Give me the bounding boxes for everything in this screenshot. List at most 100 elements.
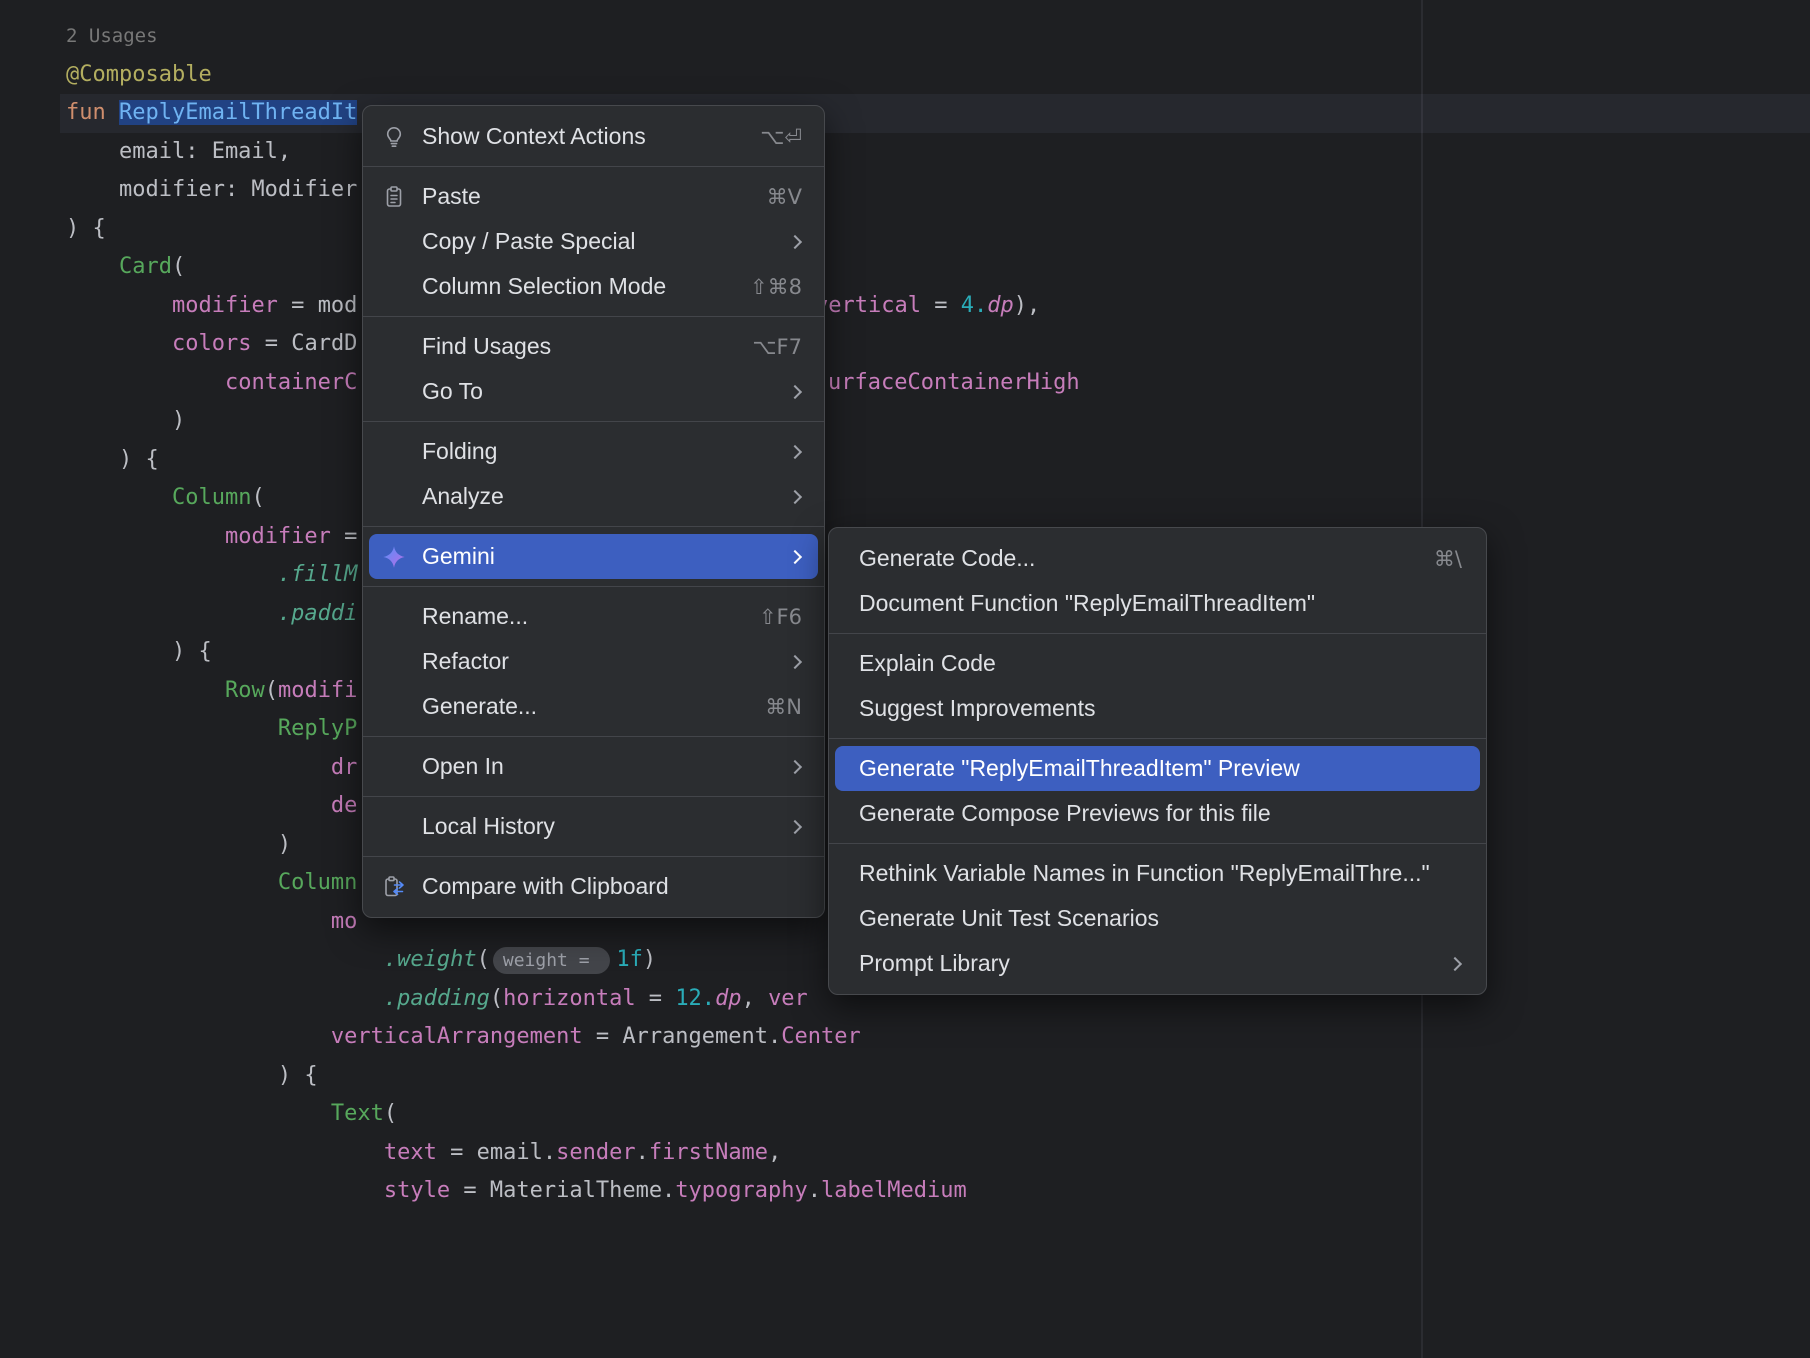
code-token: ) { xyxy=(66,639,212,664)
code-token: style xyxy=(384,1178,450,1203)
blank-icon-slot xyxy=(381,334,407,360)
menu-item-compare-with-clipboard[interactable]: Compare with Clipboard xyxy=(369,864,818,909)
menu-item-generate-compose-previews-for-this-file[interactable]: Generate Compose Previews for this file xyxy=(835,791,1480,836)
code-token: ), xyxy=(1014,293,1041,318)
menu-item-show-context-actions[interactable]: Show Context Actions⌥⏎ xyxy=(369,114,818,159)
compare-clipboard-icon xyxy=(381,874,407,900)
code-line[interactable]: verticalArrangement = Arrangement.Center xyxy=(60,1018,1810,1057)
menu-item-generate-replyemailthreaditem-preview[interactable]: Generate "ReplyEmailThreadItem" Preview xyxy=(835,746,1480,791)
menu-separator xyxy=(829,633,1486,634)
code-line[interactable]: Column( xyxy=(60,479,1810,518)
code-token: = xyxy=(450,1178,490,1203)
code-token: colors xyxy=(172,331,251,356)
menu-item-label: Analyze xyxy=(422,483,764,510)
code-line[interactable]: email: Email, xyxy=(60,133,1810,172)
code-token xyxy=(66,1024,331,1049)
menu-item-prompt-library[interactable]: Prompt Library xyxy=(835,941,1480,986)
code-line[interactable]: containerCurfaceContainerHigh xyxy=(60,364,1810,403)
code-token: , xyxy=(742,986,769,1011)
menu-item-label: Generate... xyxy=(422,693,739,720)
code-line[interactable]: modifier: Modifier xyxy=(60,171,1810,210)
menu-item-label: Generate "ReplyEmailThreadItem" Preview xyxy=(859,755,1462,782)
code-line[interactable]: @Composable xyxy=(60,56,1810,95)
code-line[interactable]: ) xyxy=(60,402,1810,441)
menu-item-refactor[interactable]: Refactor xyxy=(369,639,818,684)
code-token: .weight xyxy=(384,947,477,972)
code-token: .padding xyxy=(384,986,490,1011)
code-line[interactable]: Card( xyxy=(60,248,1810,287)
code-token xyxy=(66,678,225,703)
code-line[interactable]: Text( xyxy=(60,1095,1810,1134)
code-token: . xyxy=(808,1178,821,1203)
menu-item-generate-unit-test-scenarios[interactable]: Generate Unit Test Scenarios xyxy=(835,896,1480,941)
code-token: mod xyxy=(318,293,358,318)
menu-item-explain-code[interactable]: Explain Code xyxy=(835,641,1480,686)
menu-item-find-usages[interactable]: Find Usages⌥F7 xyxy=(369,324,818,369)
menu-separator xyxy=(363,526,824,527)
menu-item-gemini[interactable]: Gemini xyxy=(369,534,818,579)
code-token: dr xyxy=(331,755,358,780)
menu-item-label: Suggest Improvements xyxy=(859,695,1462,722)
menu-item-rename[interactable]: Rename...⇧F6 xyxy=(369,594,818,639)
code-line[interactable]: ) { xyxy=(60,210,1810,249)
code-token: verticalArrangement xyxy=(331,1024,583,1049)
menu-item-label: Generate Unit Test Scenarios xyxy=(859,905,1462,932)
menu-item-shortcut: ⌘V xyxy=(767,185,802,209)
menu-item-label: Generate Compose Previews for this file xyxy=(859,800,1462,827)
gemini-sparkle-icon xyxy=(381,544,407,570)
menu-item-column-selection-mode[interactable]: Column Selection Mode⇧⌘8 xyxy=(369,264,818,309)
blank-icon-slot xyxy=(381,649,407,675)
code-token: Column xyxy=(278,870,357,895)
menu-item-document-function-replyemailthreaditem[interactable]: Document Function "ReplyEmailThreadItem" xyxy=(835,581,1480,626)
code-line-current[interactable]: fun ReplyEmailThreadIt xyxy=(60,94,1810,133)
code-token: mo xyxy=(331,909,358,934)
menu-item-suggest-improvements[interactable]: Suggest Improvements xyxy=(835,686,1480,731)
menu-separator xyxy=(829,843,1486,844)
menu-item-label: Open In xyxy=(422,753,764,780)
code-line[interactable]: modifier = modvertical = 4.dp), xyxy=(60,287,1810,326)
code-fragment: vertical = 4.dp), xyxy=(815,287,1040,326)
menu-item-analyze[interactable]: Analyze xyxy=(369,474,818,519)
blank-icon-slot xyxy=(381,604,407,630)
code-line[interactable]: 2 Usages xyxy=(60,17,1810,56)
code-token xyxy=(66,1101,331,1126)
code-line[interactable]: style = MaterialTheme.typography.labelMe… xyxy=(60,1172,1810,1211)
lightbulb-icon xyxy=(381,124,407,150)
code-token: vertical xyxy=(815,293,921,318)
code-token: de xyxy=(331,793,358,818)
code-line[interactable]: ) { xyxy=(60,1057,1810,1096)
menu-item-folding[interactable]: Folding xyxy=(369,429,818,474)
menu-item-local-history[interactable]: Local History xyxy=(369,804,818,849)
code-token: email: Email, xyxy=(66,139,291,164)
code-line[interactable]: colors = CardD xyxy=(60,325,1810,364)
menu-item-go-to[interactable]: Go To xyxy=(369,369,818,414)
code-token: urfaceContainerHigh xyxy=(828,370,1080,395)
menu-item-generate[interactable]: Generate...⌘N xyxy=(369,684,818,729)
code-token: ( xyxy=(172,254,185,279)
code-token: fun xyxy=(66,100,119,125)
menu-item-generate-code[interactable]: Generate Code...⌘\ xyxy=(835,536,1480,581)
menu-item-label: Prompt Library xyxy=(859,950,1424,977)
code-token xyxy=(66,909,331,934)
menu-item-paste[interactable]: Paste⌘V xyxy=(369,174,818,219)
code-token: 2 Usages xyxy=(66,25,158,47)
code-token xyxy=(66,870,278,895)
selected-identifier: ReplyEmailThreadIt xyxy=(119,100,357,125)
code-token: = xyxy=(278,293,318,318)
code-line[interactable]: text = email.sender.firstName, xyxy=(60,1134,1810,1173)
chevron-right-icon xyxy=(788,489,802,503)
code-token: = xyxy=(251,331,291,356)
parameter-hint-inlay[interactable]: weight = xyxy=(493,947,611,974)
code-token: Card xyxy=(119,254,172,279)
code-token xyxy=(66,370,225,395)
menu-item-copy-paste-special[interactable]: Copy / Paste Special xyxy=(369,219,818,264)
menu-item-shortcut: ⇧F6 xyxy=(759,605,802,629)
code-token: = xyxy=(437,1140,477,1165)
menu-separator xyxy=(363,166,824,167)
code-token: . xyxy=(636,1140,649,1165)
code-line[interactable]: ) { xyxy=(60,441,1810,480)
menu-separator xyxy=(363,421,824,422)
menu-item-open-in[interactable]: Open In xyxy=(369,744,818,789)
menu-item-rethink-variable-names-in-function-replyemailthre[interactable]: Rethink Variable Names in Function "Repl… xyxy=(835,851,1480,896)
code-token: ) { xyxy=(66,1063,318,1088)
